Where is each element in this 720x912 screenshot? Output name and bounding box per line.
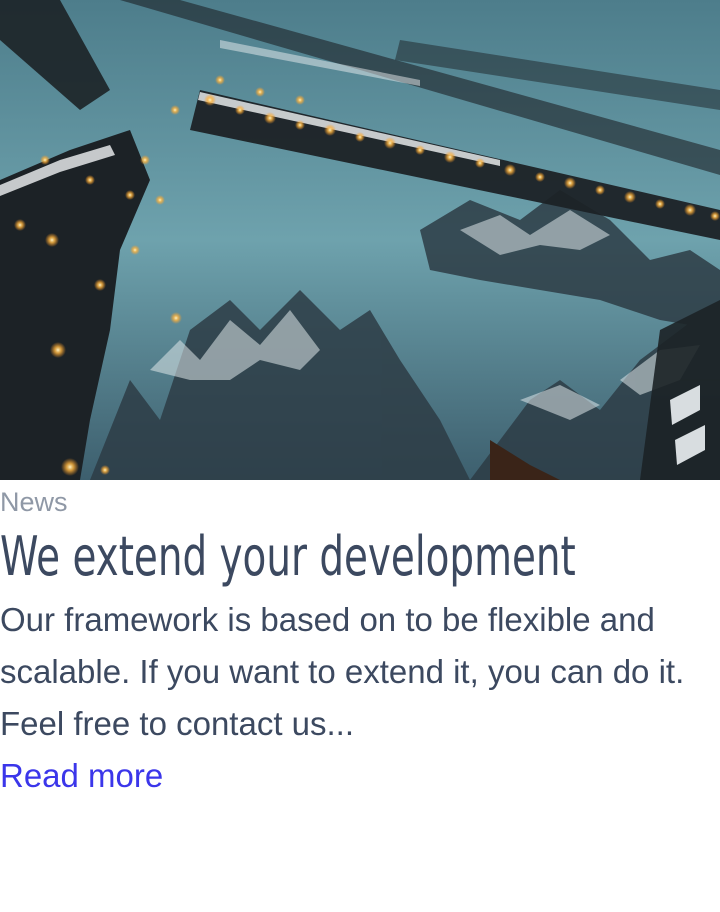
article-excerpt: Our framework is based on to be flexible…	[0, 601, 685, 742]
category-label[interactable]: News	[0, 486, 68, 518]
read-more-link[interactable]: Read more	[0, 756, 163, 796]
article-title[interactable]: We extend your development	[0, 524, 576, 590]
news-card: News We extend your development Our fram…	[0, 0, 720, 912]
hero-image[interactable]	[0, 0, 720, 480]
